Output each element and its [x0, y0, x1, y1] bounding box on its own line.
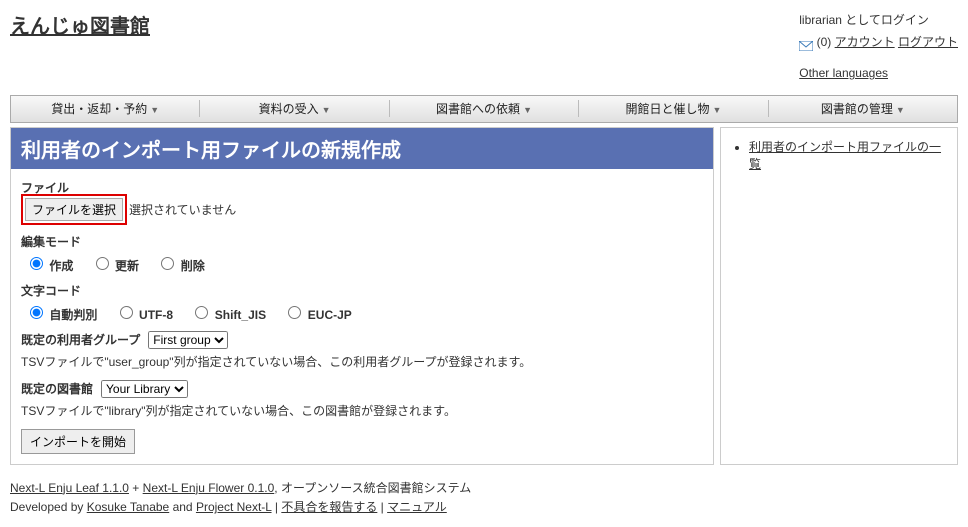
import-file-list-link[interactable]: 利用者のインポート用ファイルの一覧: [749, 140, 941, 171]
nav-admin[interactable]: 図書館の管理▼: [769, 100, 957, 117]
start-import-button[interactable]: インポートを開始: [21, 429, 135, 454]
mode-update-radio[interactable]: [96, 257, 109, 270]
footer-dev1-link[interactable]: Kosuke Tanabe: [87, 500, 170, 514]
file-status: 選択されていません: [129, 201, 236, 218]
chevron-down-icon: ▼: [150, 105, 159, 115]
enc-utf8-radio[interactable]: [120, 306, 133, 319]
mail-icon: [799, 37, 813, 47]
site-title[interactable]: えんじゅ図書館: [10, 10, 150, 39]
enc-auto-radio[interactable]: [30, 306, 43, 319]
account-link[interactable]: アカウント: [835, 35, 895, 49]
default-group-label: 既定の利用者グループ: [21, 331, 140, 348]
default-group-hint: TSVファイルで"user_group"列が指定されていない場合、この利用者グル…: [21, 353, 703, 370]
encoding-group: 自動判別 UTF-8 Shift_JIS EUC-JP: [25, 303, 703, 323]
enc-eucjp-radio[interactable]: [288, 306, 301, 319]
edit-mode-label: 編集モード: [21, 233, 703, 250]
footer: Next-L Enju Leaf 1.1.0 + Next-L Enju Flo…: [10, 479, 958, 517]
default-group-select[interactable]: First group: [148, 331, 228, 349]
chevron-down-icon: ▼: [896, 105, 905, 115]
logout-link[interactable]: ログアウト: [898, 35, 958, 49]
encoding-label: 文字コード: [21, 282, 703, 299]
nav-events[interactable]: 開館日と催し物▼: [579, 100, 768, 117]
main-column: 利用者のインポート用ファイルの新規作成 ファイル ファイルを選択 選択されていま…: [10, 127, 714, 465]
nav-acquisition[interactable]: 資料の受入▼: [200, 100, 389, 117]
default-library-label: 既定の図書館: [21, 380, 93, 397]
page-title: 利用者のインポート用ファイルの新規作成: [11, 128, 713, 169]
other-languages-link[interactable]: Other languages: [799, 66, 888, 80]
message-count: (0): [817, 35, 832, 49]
mode-create-radio[interactable]: [30, 257, 43, 270]
login-status: librarian としてログイン: [799, 10, 958, 32]
user-area: librarian としてログイン (0) アカウント ログアウト Other …: [799, 10, 958, 85]
chevron-down-icon: ▼: [712, 105, 721, 115]
sidebar: 利用者のインポート用ファイルの一覧: [720, 127, 958, 465]
footer-dev2-link[interactable]: Project Next-L: [196, 500, 272, 514]
default-library-hint: TSVファイルで"library"列が指定されていない場合、この図書館が登録され…: [21, 402, 703, 419]
default-library-select[interactable]: Your Library: [101, 380, 188, 398]
chevron-down-icon: ▼: [322, 105, 331, 115]
footer-flower-link[interactable]: Next-L Enju Flower 0.1.0: [143, 481, 275, 495]
enc-sjis-radio[interactable]: [195, 306, 208, 319]
footer-manual-link[interactable]: マニュアル: [387, 500, 447, 514]
main-nav: 貸出・返却・予約▼ 資料の受入▼ 図書館への依頼▼ 開館日と催し物▼ 図書館の管…: [10, 95, 958, 123]
nav-request[interactable]: 図書館への依頼▼: [390, 100, 579, 117]
edit-mode-group: 作成 更新 削除: [25, 254, 703, 274]
mode-delete-radio[interactable]: [161, 257, 174, 270]
footer-leaf-link[interactable]: Next-L Enju Leaf 1.1.0: [10, 481, 129, 495]
file-button-highlight: ファイルを選択: [21, 194, 127, 225]
nav-circulation[interactable]: 貸出・返却・予約▼: [11, 100, 200, 117]
footer-report-link[interactable]: 不具合を報告する: [281, 500, 377, 514]
chevron-down-icon: ▼: [523, 105, 532, 115]
choose-file-button[interactable]: ファイルを選択: [25, 198, 123, 221]
